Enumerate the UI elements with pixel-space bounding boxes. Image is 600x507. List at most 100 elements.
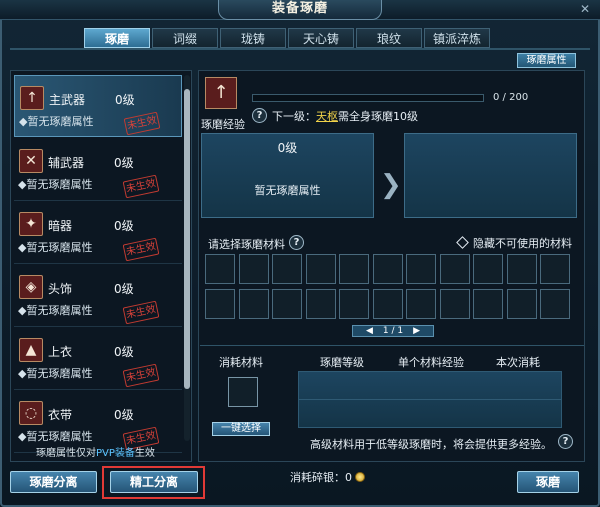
material-slot[interactable] [305, 289, 336, 319]
separate-button[interactable]: 琢磨分离 [10, 471, 97, 493]
list-item-hidden-weapon[interactable]: ✦ 暗器 0级 ◆暂无琢磨属性 未生效 [14, 202, 182, 264]
list-item-main-weapon[interactable]: ↑ 主武器 0级 ◆暂无琢磨属性 未生效 [14, 75, 182, 137]
belt-icon: ◌ [19, 401, 43, 425]
material-pager: ◀ 1 / 1 ▶ [352, 325, 434, 337]
current-attribute: 暂无琢磨属性 [254, 184, 321, 197]
page-prev-icon[interactable]: ◀ [366, 326, 373, 336]
item-level: 0级 [114, 156, 134, 170]
list-item-headpiece[interactable]: ◈ 头饰 0级 ◆暂无琢磨属性 未生效 [14, 265, 182, 327]
item-name: 暗器 [48, 219, 73, 233]
item-attribute: ◆暂无琢磨属性 [18, 304, 93, 317]
selected-spear-icon: ↑ [205, 77, 237, 109]
item-attribute: ◆暂无琢磨属性 [18, 241, 93, 254]
material-slot[interactable] [238, 289, 269, 319]
col-polish-level: 琢磨等级 [320, 356, 364, 369]
checkbox-diamond-icon[interactable] [456, 236, 469, 249]
robe-icon: ▲ [19, 338, 43, 362]
polish-attributes-button[interactable]: 琢磨属性 [517, 53, 576, 68]
material-slot[interactable] [506, 289, 537, 319]
material-slot[interactable] [339, 254, 369, 284]
dagger-icon: ✦ [19, 212, 43, 236]
material-slot[interactable] [473, 254, 503, 284]
material-slot[interactable] [406, 254, 436, 284]
auto-select-button[interactable]: 一键选择 [212, 422, 270, 436]
material-slot[interactable] [305, 254, 336, 284]
table-row [299, 372, 561, 400]
tab-bar: 琢磨 词缀 珑铸 天心铸 琅纹 镇派淬炼 [84, 28, 490, 48]
item-name: 头饰 [48, 282, 73, 296]
section-divider [200, 345, 584, 346]
material-slot[interactable] [205, 289, 235, 319]
pvp-note-prefix: 琢磨属性仅对 [36, 448, 96, 459]
material-slot[interactable] [372, 254, 403, 284]
polish-button[interactable]: 琢磨 [517, 471, 579, 493]
inactive-stamp: 未生效 [122, 300, 160, 325]
materials-header: 请选择琢磨材料 [208, 238, 285, 251]
inactive-stamp: 未生效 [122, 237, 160, 262]
consume-title: 消耗材料 [219, 356, 263, 369]
material-slot[interactable] [473, 289, 503, 319]
inactive-stamp: 未生效 [123, 111, 161, 136]
consume-table [298, 371, 562, 428]
highlight-frame [102, 466, 205, 499]
col-material-exp: 单个材料经验 [398, 356, 464, 369]
page-next-icon[interactable]: ▶ [413, 326, 420, 336]
material-slot[interactable] [339, 289, 369, 319]
material-slot[interactable] [506, 254, 537, 284]
item-attribute: ◆暂无琢磨属性 [19, 115, 94, 128]
tab-langwen[interactable]: 琅纹 [356, 28, 422, 48]
spear-icon: ↑ [20, 86, 44, 110]
next-level-card [404, 133, 577, 218]
window-title: 装备琢磨 [218, 0, 382, 20]
scroll-thumb[interactable] [184, 89, 190, 389]
material-slot[interactable] [439, 289, 470, 319]
material-slot[interactable] [406, 289, 436, 319]
current-level: 0级 [277, 141, 298, 155]
materials-help-icon[interactable]: ? [289, 235, 304, 250]
silver-label: 消耗碎银： [290, 471, 345, 484]
item-level: 0级 [115, 93, 135, 107]
tab-longzhu[interactable]: 珑铸 [220, 28, 286, 48]
pvp-note-highlight: PVP装备 [96, 448, 135, 459]
tab-polish[interactable]: 琢磨 [84, 28, 150, 48]
crossed-swords-icon: ✕ [19, 149, 43, 173]
material-slot[interactable] [238, 254, 269, 284]
coin-icon [355, 472, 365, 482]
experience-value: 0 / 200 [493, 92, 529, 103]
current-level-card: 0级 暂无琢磨属性 [201, 133, 374, 218]
material-note: 高级材料用于低等级琢磨时，将会提供更多经验。 [310, 438, 552, 451]
list-scrollbar[interactable] [184, 75, 190, 441]
inactive-stamp: 未生效 [122, 363, 160, 388]
item-name: 辅武器 [48, 156, 85, 170]
hide-unusable-toggle[interactable]: 隐藏不可使用的材料 [456, 235, 572, 251]
tab-tianxin[interactable]: 天心铸 [288, 28, 354, 48]
item-attribute: ◆暂无琢磨属性 [18, 178, 93, 191]
material-slot[interactable] [439, 254, 470, 284]
silver-value: 0 [345, 471, 352, 484]
item-attribute: ◆暂无琢磨属性 [18, 430, 93, 443]
item-attribute: ◆暂无琢磨属性 [18, 367, 93, 380]
tab-zhenpai[interactable]: 镇派淬炼 [424, 28, 490, 48]
consume-slot[interactable] [228, 377, 258, 407]
material-slots [205, 254, 570, 319]
material-slot[interactable] [205, 254, 235, 284]
tab-divider [10, 48, 590, 50]
headpiece-icon: ◈ [19, 275, 43, 299]
material-slot[interactable] [540, 254, 570, 284]
note-help-icon[interactable]: ? [558, 434, 573, 449]
silver-cost: 消耗碎银：0 [290, 469, 365, 485]
material-slot[interactable] [272, 254, 302, 284]
item-name: 上衣 [48, 345, 73, 359]
next-level-link[interactable]: 天枢 [316, 110, 338, 123]
material-slot[interactable] [540, 289, 570, 319]
list-item-off-weapon[interactable]: ✕ 辅武器 0级 ◆暂无琢磨属性 未生效 [14, 139, 182, 201]
help-icon[interactable]: ? [252, 108, 267, 123]
item-name: 主武器 [49, 93, 86, 107]
pvp-note-suffix: 生效 [134, 448, 155, 459]
material-slot[interactable] [372, 289, 403, 319]
close-icon[interactable]: ✕ [578, 2, 592, 16]
col-this-cost: 本次消耗 [496, 356, 540, 369]
material-slot[interactable] [272, 289, 302, 319]
tab-affix[interactable]: 词缀 [152, 28, 218, 48]
list-item-top[interactable]: ▲ 上衣 0级 ◆暂无琢磨属性 未生效 [14, 328, 182, 390]
